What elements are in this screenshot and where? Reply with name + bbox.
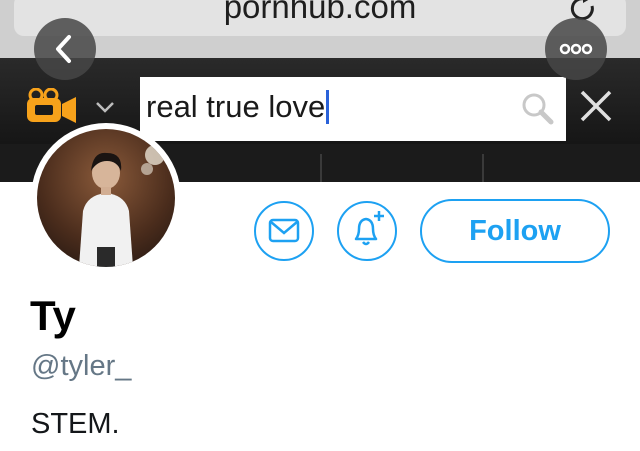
avatar[interactable] [31,123,181,273]
video-camera-icon[interactable] [24,88,78,124]
bell-plus-icon [354,211,384,246]
back-button[interactable] [34,18,96,80]
avatar-photo [37,129,175,267]
search-query: real true love [146,89,326,124]
search-input[interactable]: real true love [140,77,566,141]
url-text: pornhub.com [223,0,417,25]
browser-address-area: pornhub.com [0,0,640,58]
follow-button[interactable]: Follow [420,199,610,263]
more-dots-icon [559,43,593,55]
user-handle: @tyler_ [31,350,132,382]
profile-bio: STEM. [31,408,120,440]
mail-icon [268,218,300,243]
chevron-left-icon [56,35,71,63]
chevron-down-icon[interactable] [95,100,115,114]
message-button[interactable] [254,201,314,261]
notifications-button[interactable] [337,201,397,261]
url-bar[interactable]: pornhub.com [14,0,626,36]
close-icon[interactable] [578,88,614,124]
strip-divider [320,154,322,182]
display-name: Ty [30,292,76,339]
strip-divider [482,154,484,182]
text-caret [326,90,330,124]
more-button[interactable] [545,18,607,80]
magnifier-icon[interactable] [520,91,554,125]
